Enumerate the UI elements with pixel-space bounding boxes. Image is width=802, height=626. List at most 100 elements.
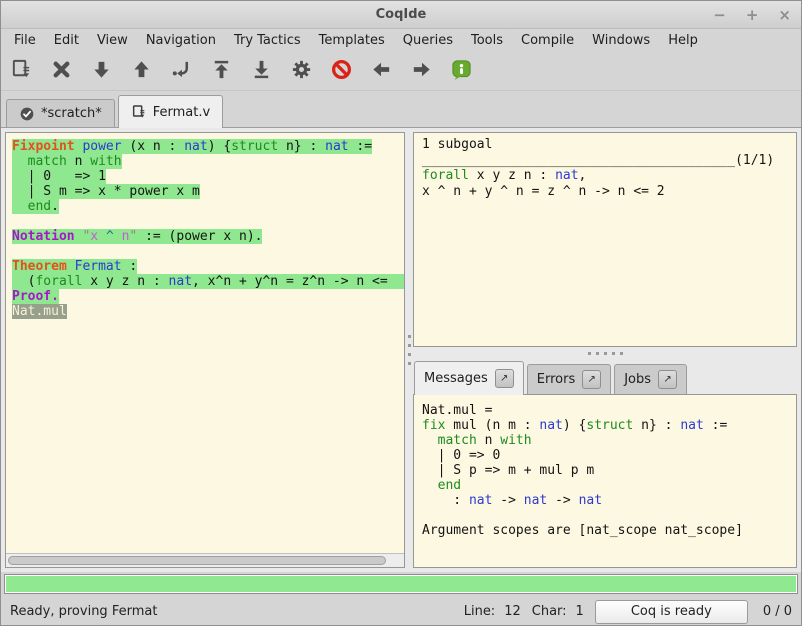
editor-tabbar: *scratch* Fermat.v (1, 93, 801, 127)
char-value: 1 (576, 604, 584, 619)
tab-messages[interactable]: Messages↗ (414, 361, 524, 395)
code-line: Nat.mul (12, 304, 404, 319)
script-pane[interactable]: Fixpoint power (x n : nat) {struct n} : … (5, 132, 405, 568)
menu-file[interactable]: File (5, 31, 45, 50)
window-title: CoqIde (376, 7, 427, 22)
line-label: Line: (464, 604, 495, 619)
arrow-to-bottom-icon (250, 58, 273, 84)
detach-icon[interactable]: ↗ (658, 370, 677, 389)
step-down-button[interactable] (87, 57, 115, 85)
close-x-icon (50, 58, 73, 84)
coq-status-button[interactable]: Coq is ready (595, 600, 748, 624)
arrow-left-icon (370, 58, 393, 84)
tab-label: *scratch* (41, 106, 102, 121)
forward-button[interactable] (407, 57, 435, 85)
info-bubble-icon (450, 58, 473, 84)
code-line (422, 508, 796, 523)
vertical-splitter[interactable] (405, 128, 413, 572)
code-line: end (422, 478, 796, 493)
messages-view: Nat.mul =fix mul (n m : nat) {struct n} … (422, 403, 796, 538)
arrow-up-icon (130, 58, 153, 84)
line-value: 12 (504, 604, 521, 619)
menu-windows[interactable]: Windows (583, 31, 659, 50)
code-line: Notation "x ^ n" := (power x n). (12, 229, 404, 244)
menu-try-tactics[interactable]: Try Tactics (225, 31, 310, 50)
menu-help[interactable]: Help (659, 31, 707, 50)
goals-view: 1 subgoal_______________________________… (422, 137, 796, 199)
char-label: Char: (532, 604, 567, 619)
close-button[interactable]: × (778, 8, 791, 23)
scrollbar-thumb[interactable] (8, 556, 386, 565)
arrow-to-top-icon (210, 58, 233, 84)
close-doc-button[interactable] (47, 57, 75, 85)
code-line: 1 subgoal (422, 137, 796, 153)
step-up-button[interactable] (127, 57, 155, 85)
main-area: Fixpoint power (x n : nat) {struct n} : … (1, 127, 801, 572)
tab-errors[interactable]: Errors ↗ (527, 364, 611, 394)
code-line: Nat.mul = (422, 403, 796, 418)
detach-icon[interactable]: ↗ (582, 370, 601, 389)
arrow-down-icon (90, 58, 113, 84)
code-line: | S m => x * power x m (12, 184, 404, 199)
code-line: Theorem Fermat : (12, 259, 404, 274)
status-right-group: Line: 12 Char: 1 Coq is ready 0 / 0 (464, 600, 792, 624)
code-line: : nat -> nat -> nat (422, 493, 796, 508)
tab-label: Jobs (624, 372, 651, 387)
no-entry-icon (330, 58, 353, 84)
code-line: Argument scopes are [nat_scope nat_scope… (422, 523, 796, 538)
script-editor[interactable]: Fixpoint power (x n : nat) {struct n} : … (6, 133, 404, 553)
messages-pane[interactable]: Nat.mul =fix mul (n m : nat) {struct n} … (413, 394, 797, 568)
horizontal-scrollbar[interactable] (6, 553, 404, 567)
go-to-end-button[interactable] (247, 57, 275, 85)
code-line: Proof. (12, 289, 404, 304)
menu-edit[interactable]: Edit (45, 31, 88, 50)
go-to-start-button[interactable] (207, 57, 235, 85)
tab-label: Fermat.v (153, 105, 210, 120)
detach-icon[interactable]: ↗ (495, 369, 514, 388)
code-line: match n with (422, 433, 796, 448)
minimize-button[interactable]: − (713, 8, 726, 23)
save-page-icon (10, 58, 33, 84)
menu-navigation[interactable]: Navigation (137, 31, 225, 50)
tab-jobs[interactable]: Jobs ↗ (614, 364, 687, 394)
back-button[interactable] (367, 57, 395, 85)
code-line: | S p => m + mul p m (422, 463, 796, 478)
status-message: Ready, proving Fermat (10, 604, 464, 619)
code-line (12, 214, 404, 229)
arrow-right-icon (410, 58, 433, 84)
code-line: x ^ n + y ^ n = z ^ n -> n <= 2 (422, 184, 796, 200)
horizontal-splitter[interactable] (413, 349, 797, 357)
menu-view[interactable]: View (88, 31, 137, 50)
goals-pane[interactable]: 1 subgoal_______________________________… (413, 132, 797, 347)
menu-queries[interactable]: Queries (394, 31, 462, 50)
code-line: forall x y z n : nat, (422, 168, 796, 184)
message-tabbar: Messages↗ Errors ↗ Jobs ↗ (413, 358, 797, 394)
code-line: match n with (12, 154, 404, 169)
right-column: 1 subgoal_______________________________… (413, 132, 797, 568)
code-line: fix mul (n m : nat) {struct n} : nat := (422, 418, 796, 433)
menu-tools[interactable]: Tools (462, 31, 512, 50)
about-button[interactable] (447, 57, 475, 85)
go-to-cursor-button[interactable] (167, 57, 195, 85)
check-circle-icon (19, 106, 35, 122)
go-to-cursor-icon (170, 58, 193, 84)
coqide-window: CoqIde − + × FileEditViewNavigationTry T… (0, 0, 802, 626)
save-button[interactable] (7, 57, 35, 85)
code-line: | 0 => 1 (12, 169, 404, 184)
maximize-button[interactable]: + (746, 8, 759, 23)
code-line: end. (12, 199, 404, 214)
tab-label: Errors (537, 372, 575, 387)
titlebar[interactable]: CoqIde − + × (1, 1, 801, 29)
tab-fermat[interactable]: Fermat.v (118, 95, 223, 128)
code-line: (forall x y z n : nat, x^n + y^n = z^n -… (12, 274, 404, 289)
progress-bar (4, 574, 798, 594)
menu-compile[interactable]: Compile (512, 31, 583, 50)
interrupt-button[interactable] (327, 57, 355, 85)
statusbar: Ready, proving Fermat Line: 12 Char: 1 C… (1, 598, 801, 625)
window-controls: − + × (713, 1, 791, 29)
preferences-button[interactable] (287, 57, 315, 85)
menu-templates[interactable]: Templates (310, 31, 394, 50)
code-line (12, 244, 404, 259)
tab-scratch[interactable]: *scratch* (6, 99, 115, 127)
code-line: | 0 => 0 (422, 448, 796, 463)
